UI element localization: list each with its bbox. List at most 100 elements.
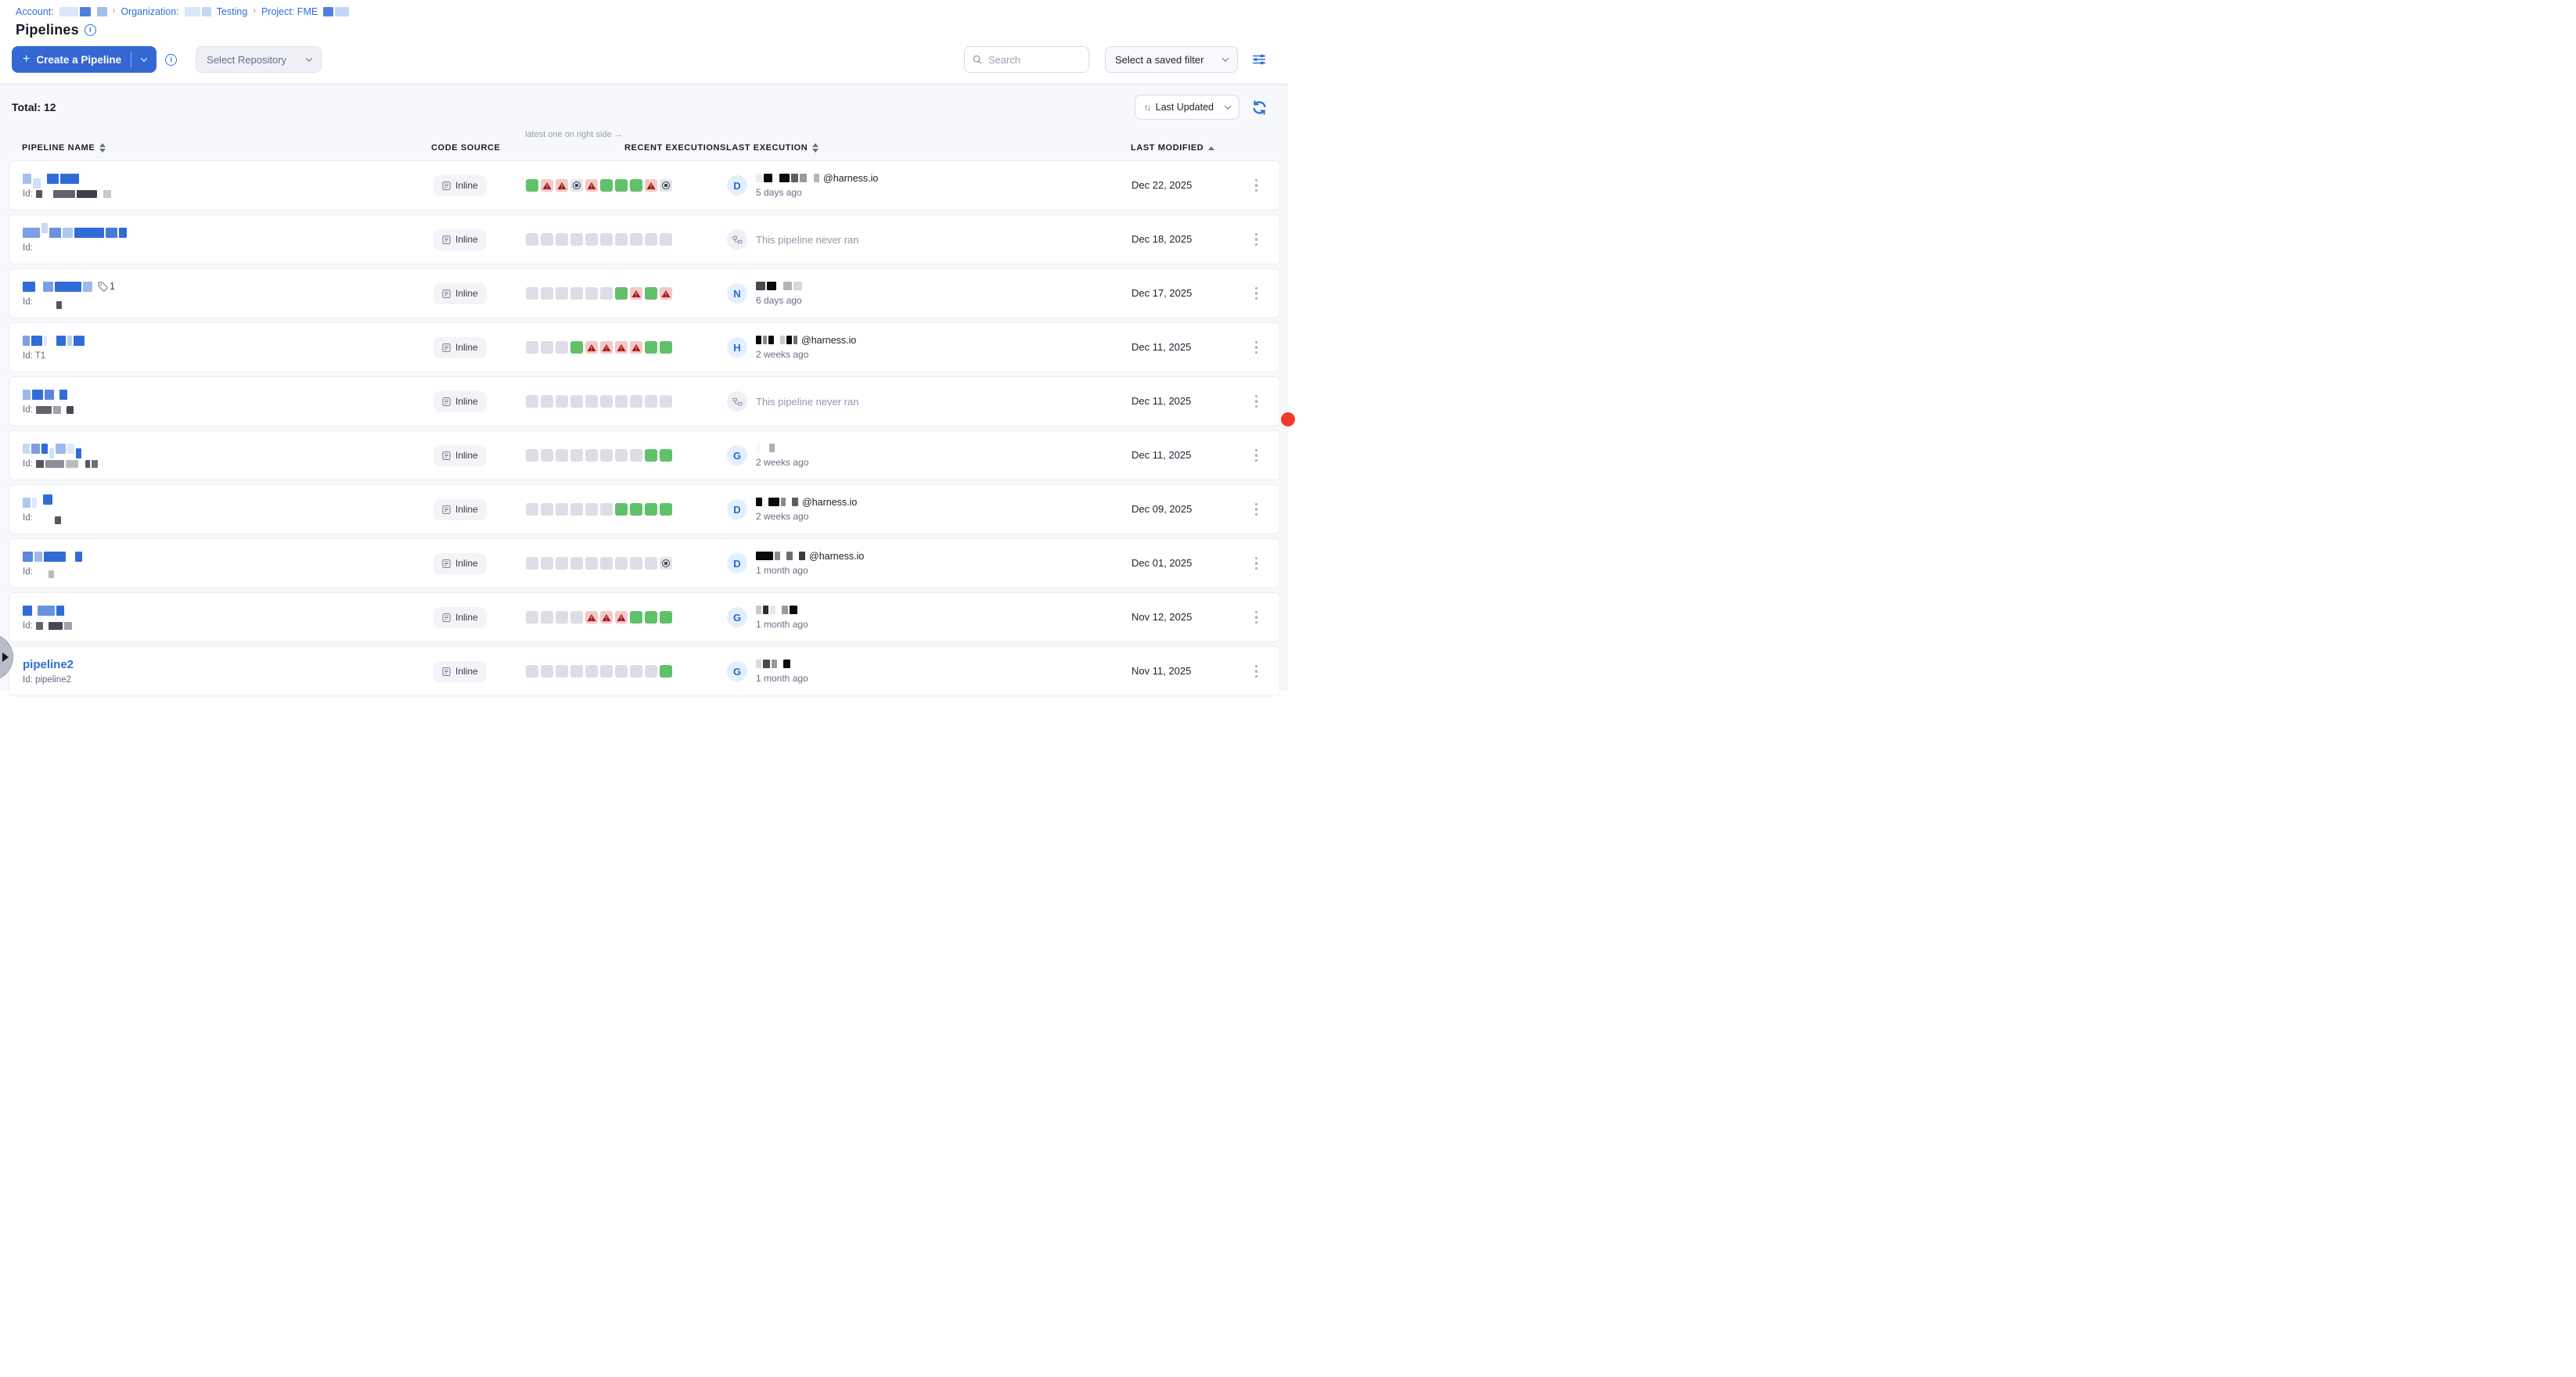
execution-status-success[interactable] bbox=[660, 341, 672, 354]
execution-status-aborted[interactable] bbox=[660, 179, 672, 192]
execution-status-aborted[interactable] bbox=[570, 179, 583, 192]
breadcrumb-project-link[interactable]: Project: FME bbox=[261, 6, 318, 17]
pipeline-row[interactable]: Id:InlineD@harness.io5 days agoDec 22, 2… bbox=[9, 160, 1280, 210]
breadcrumb-org-text[interactable]: Testing bbox=[217, 6, 248, 17]
sort-label: Last Updated bbox=[1156, 102, 1214, 113]
execution-status-success[interactable] bbox=[645, 287, 657, 300]
warning-triangle-icon bbox=[602, 613, 611, 622]
title-info-icon[interactable] bbox=[85, 24, 96, 36]
row-menu-button[interactable] bbox=[1250, 498, 1263, 521]
execution-status-failed[interactable] bbox=[541, 179, 553, 192]
create-info-icon[interactable] bbox=[165, 54, 177, 66]
code-source-label: Inline bbox=[455, 504, 478, 515]
pipeline-name-cell: Id: bbox=[23, 173, 432, 198]
row-menu-button[interactable] bbox=[1250, 390, 1263, 413]
select-repository-dropdown[interactable]: Select Repository bbox=[196, 46, 322, 73]
execution-status-empty bbox=[660, 395, 672, 408]
create-pipeline-dropdown-button[interactable] bbox=[131, 46, 157, 73]
execution-status-success[interactable] bbox=[615, 179, 628, 192]
saved-filter-dropdown[interactable]: Select a saved filter bbox=[1105, 46, 1238, 73]
create-pipeline-button[interactable]: + Create a Pipeline bbox=[12, 46, 157, 73]
execution-status-empty bbox=[526, 287, 538, 300]
pipeline-row[interactable]: Id: T1InlineH@harness.io2 weeks agoDec 1… bbox=[9, 322, 1280, 372]
row-menu-button[interactable] bbox=[1250, 660, 1263, 683]
pipeline-name-cell: Id: bbox=[23, 551, 432, 576]
execution-status-success[interactable] bbox=[660, 611, 672, 624]
execution-status-failed[interactable] bbox=[660, 287, 672, 300]
last-modified-cell: Dec 18, 2025 bbox=[1131, 232, 1233, 246]
execution-status-failed[interactable] bbox=[585, 611, 598, 624]
execution-status-success[interactable] bbox=[570, 341, 583, 354]
execution-status-failed[interactable] bbox=[630, 287, 642, 300]
column-header-pipeline-name[interactable]: PIPELINE NAME bbox=[22, 143, 431, 153]
redacted-org-name bbox=[185, 7, 211, 16]
search-input[interactable] bbox=[988, 54, 1081, 66]
execution-status-success[interactable] bbox=[660, 503, 672, 516]
pipeline-row[interactable]: 1Id:InlineN6 days agoDec 17, 2025 bbox=[9, 268, 1280, 318]
sort-dropdown[interactable]: ↑↓ Last Updated bbox=[1135, 95, 1239, 120]
execution-status-empty bbox=[526, 557, 538, 570]
pipeline-name-link[interactable]: pipeline2 bbox=[23, 658, 74, 671]
row-menu-button[interactable] bbox=[1250, 606, 1263, 629]
pipeline-row[interactable]: Id:InlineThis pipeline never ranDec 11, … bbox=[9, 376, 1280, 426]
pipeline-row[interactable]: Id:InlineG2 weeks agoDec 11, 2025 bbox=[9, 430, 1280, 480]
execution-status-success[interactable] bbox=[615, 287, 628, 300]
execution-status-failed[interactable] bbox=[585, 341, 598, 354]
warning-triangle-icon bbox=[602, 343, 611, 352]
execution-status-failed[interactable] bbox=[615, 341, 628, 354]
execution-status-success[interactable] bbox=[600, 179, 613, 192]
execution-status-success[interactable] bbox=[645, 341, 657, 354]
pipeline-row[interactable]: Id:InlineD@harness.io2 weeks agoDec 09, … bbox=[9, 484, 1280, 534]
last-modified-date: Dec 09, 2025 bbox=[1131, 503, 1192, 515]
code-source-cell: Inline bbox=[432, 391, 526, 412]
execution-status-success[interactable] bbox=[660, 449, 672, 462]
inline-icon bbox=[442, 181, 451, 191]
row-menu-button[interactable] bbox=[1250, 228, 1263, 251]
table-header: PIPELINE NAME CODE SOURCE latest one on … bbox=[0, 122, 1288, 160]
execution-status-success[interactable] bbox=[630, 179, 642, 192]
execution-status-success[interactable] bbox=[630, 611, 642, 624]
row-menu-button[interactable] bbox=[1250, 282, 1263, 305]
breadcrumb-account-link[interactable]: Account: bbox=[16, 6, 54, 17]
execution-status-success[interactable] bbox=[645, 503, 657, 516]
column-header-last-modified[interactable]: LAST MODIFIED bbox=[1131, 143, 1232, 153]
row-menu-button[interactable] bbox=[1250, 552, 1263, 575]
execution-status-failed[interactable] bbox=[615, 611, 628, 624]
pipeline-name-redacted bbox=[23, 498, 52, 508]
execution-status-success[interactable] bbox=[660, 665, 672, 678]
execution-status-success[interactable] bbox=[526, 179, 538, 192]
execution-status-failed[interactable] bbox=[556, 179, 568, 192]
execution-status-failed[interactable] bbox=[630, 341, 642, 354]
pipeline-row[interactable]: Id:InlineThis pipeline never ranDec 18, … bbox=[9, 214, 1280, 264]
row-menu-button[interactable] bbox=[1250, 444, 1263, 467]
row-menu-button[interactable] bbox=[1250, 174, 1263, 197]
refresh-button[interactable] bbox=[1250, 99, 1268, 116]
execution-status-success[interactable] bbox=[615, 503, 628, 516]
last-execution-cell: H@harness.io2 weeks ago bbox=[727, 336, 1131, 360]
pipeline-row[interactable]: Id:InlineD@harness.io1 month agoDec 01, … bbox=[9, 538, 1280, 588]
search-box[interactable] bbox=[964, 46, 1089, 73]
row-menu-button[interactable] bbox=[1250, 336, 1263, 359]
execution-status-success[interactable] bbox=[630, 503, 642, 516]
pipeline-row[interactable]: Id:InlineG1 month agoNov 12, 2025 bbox=[9, 592, 1280, 642]
recent-executions bbox=[526, 287, 727, 300]
execution-status-failed[interactable] bbox=[600, 341, 613, 354]
execution-status-empty bbox=[541, 665, 553, 678]
executor-email: @harness.io bbox=[802, 497, 857, 508]
execution-status-success[interactable] bbox=[645, 449, 657, 462]
execution-status-empty bbox=[600, 395, 613, 408]
pipeline-row[interactable]: pipeline2Id: pipeline2InlineG1 month ago… bbox=[9, 646, 1280, 696]
recent-executions bbox=[526, 179, 727, 192]
breadcrumb-organization-link[interactable]: Organization: bbox=[121, 6, 178, 17]
execution-status-success[interactable] bbox=[645, 611, 657, 624]
execution-status-failed[interactable] bbox=[645, 179, 657, 192]
execution-status-empty bbox=[630, 557, 642, 570]
execution-status-failed[interactable] bbox=[585, 179, 598, 192]
total-count: Total: 12 bbox=[12, 101, 56, 113]
column-header-last-execution[interactable]: LAST EXECUTION bbox=[726, 143, 1131, 153]
filter-button[interactable] bbox=[1250, 51, 1268, 68]
code-source-label: Inline bbox=[455, 396, 478, 407]
execution-time: 1 month ago bbox=[756, 565, 864, 576]
execution-status-failed[interactable] bbox=[600, 611, 613, 624]
execution-status-aborted[interactable] bbox=[660, 557, 672, 570]
